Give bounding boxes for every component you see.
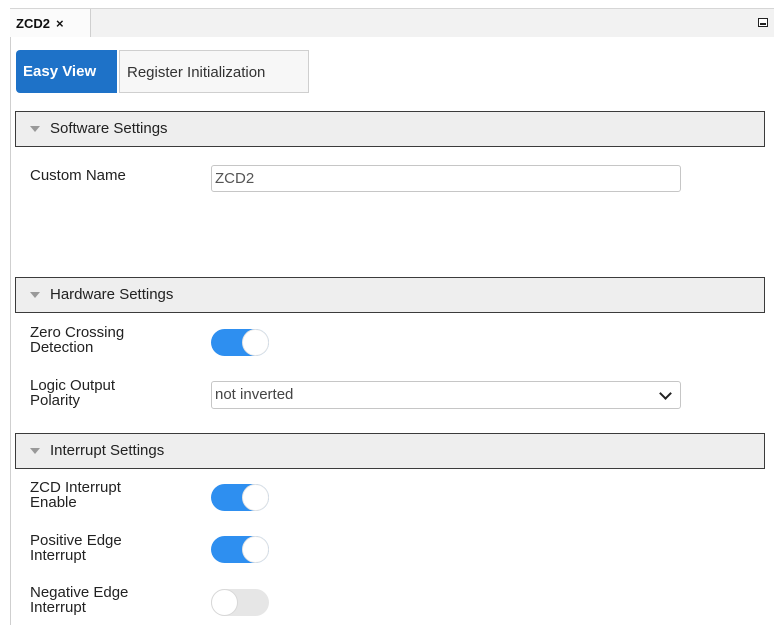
toggle-knob: [242, 536, 269, 563]
logic-output-polarity-label: Logic Output Polarity: [30, 378, 190, 408]
interrupt-settings-header[interactable]: Interrupt Settings: [15, 433, 765, 469]
label-line: Polarity: [30, 392, 81, 409]
label-line: Detection: [30, 339, 94, 356]
minimize-icon[interactable]: [758, 18, 768, 27]
label-line: Positive Edge: [30, 532, 122, 549]
document-tab-zcd2[interactable]: ZCD2 ×: [10, 9, 91, 37]
configuration-panel: Easy View Register Initialization Softwa…: [10, 37, 774, 625]
toggle-knob: [242, 484, 269, 511]
zero-crossing-detection-toggle[interactable]: [211, 329, 269, 356]
triangle-down-icon: [30, 292, 40, 299]
logic-output-polarity-select[interactable]: not inverted: [211, 381, 681, 409]
document-tab-bar: ZCD2 ×: [10, 8, 774, 38]
software-settings-header[interactable]: Software Settings: [15, 111, 765, 147]
label-line: Logic Output: [30, 377, 116, 394]
interrupt-settings-title: Interrupt Settings: [50, 442, 165, 459]
custom-name-input[interactable]: ZCD2: [211, 165, 681, 192]
toggle-knob: [211, 589, 238, 616]
close-icon[interactable]: ×: [56, 16, 64, 31]
label-line: Negative Edge: [30, 584, 129, 601]
zero-crossing-detection-label: Zero Crossing Detection: [30, 325, 190, 355]
document-tab-title: ZCD2: [16, 16, 50, 31]
chevron-down-icon: [659, 387, 672, 400]
label-line: Interrupt: [30, 599, 86, 616]
positive-edge-interrupt-toggle[interactable]: [211, 536, 269, 563]
label-line: ZCD Interrupt: [30, 479, 121, 496]
tab-easy-view[interactable]: Easy View: [16, 50, 117, 93]
label-line: Interrupt: [30, 547, 86, 564]
triangle-down-icon: [30, 126, 40, 133]
hardware-settings-header[interactable]: Hardware Settings: [15, 277, 765, 313]
zcd-interrupt-enable-toggle[interactable]: [211, 484, 269, 511]
hardware-settings-title: Hardware Settings: [50, 286, 174, 303]
positive-edge-interrupt-label: Positive Edge Interrupt: [30, 533, 190, 563]
negative-edge-interrupt-toggle[interactable]: [211, 589, 269, 616]
tab-register-initialization[interactable]: Register Initialization: [119, 50, 309, 93]
software-settings-title: Software Settings: [50, 120, 168, 137]
label-line: Enable: [30, 494, 77, 511]
zcd-interrupt-enable-label: ZCD Interrupt Enable: [30, 480, 190, 510]
triangle-down-icon: [30, 448, 40, 455]
logic-output-polarity-value: not inverted: [215, 386, 294, 403]
label-line: Zero Crossing: [30, 324, 125, 341]
negative-edge-interrupt-label: Negative Edge Interrupt: [30, 585, 190, 615]
custom-name-label: Custom Name: [30, 167, 126, 184]
toggle-knob: [242, 329, 269, 356]
